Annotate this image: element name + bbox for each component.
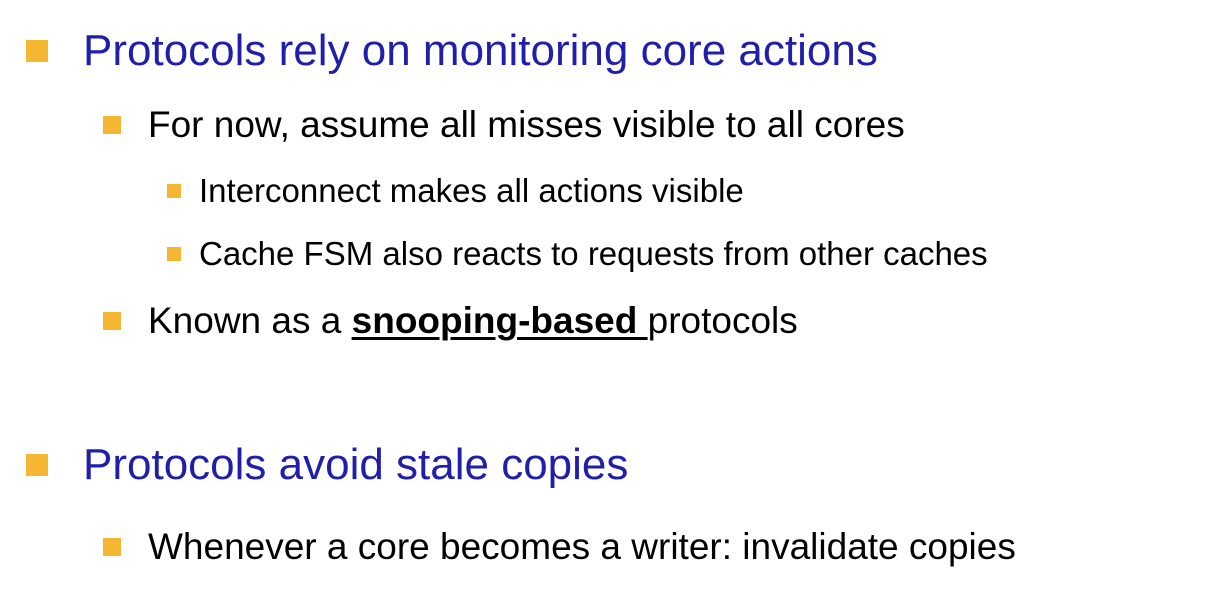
subpoint-interconnect: Interconnect makes all actions visible	[199, 172, 744, 209]
bullet-item-snooping: Known as a snooping-based protocols	[103, 300, 798, 342]
heading-monitoring: Protocols rely on monitoring core action…	[83, 26, 878, 75]
square-bullet-icon	[26, 454, 48, 476]
bullet-item-misses-visible: For now, assume all misses visible to al…	[103, 104, 905, 146]
heading-stale-copies: Protocols avoid stale copies	[83, 440, 629, 489]
bullet-item-cache-fsm: Cache FSM also reacts to requests from o…	[167, 235, 988, 273]
point-snooping-suffix: protocols	[647, 300, 798, 341]
subpoint-cache-fsm: Cache FSM also reacts to requests from o…	[199, 235, 988, 272]
bullet-item-interconnect: Interconnect makes all actions visible	[167, 172, 744, 210]
square-bullet-icon	[103, 312, 121, 330]
point-misses-visible: For now, assume all misses visible to al…	[148, 104, 905, 145]
square-bullet-icon	[26, 40, 48, 62]
bullet-item-writer: Whenever a core becomes a writer: invali…	[103, 526, 1016, 568]
snooping-based-term: snooping-based	[351, 300, 648, 341]
point-writer-invalidate: Whenever a core becomes a writer: invali…	[148, 526, 1016, 567]
point-snooping: Known as a snooping-based protocols	[148, 300, 798, 342]
square-bullet-icon	[103, 116, 121, 134]
point-snooping-prefix: Known as a	[148, 300, 352, 341]
square-bullet-icon	[167, 184, 181, 198]
bullet-item-heading-1: Protocols rely on monitoring core action…	[26, 26, 878, 76]
bullet-item-heading-2: Protocols avoid stale copies	[26, 440, 628, 490]
square-bullet-icon	[103, 538, 121, 556]
square-bullet-icon	[167, 247, 181, 261]
